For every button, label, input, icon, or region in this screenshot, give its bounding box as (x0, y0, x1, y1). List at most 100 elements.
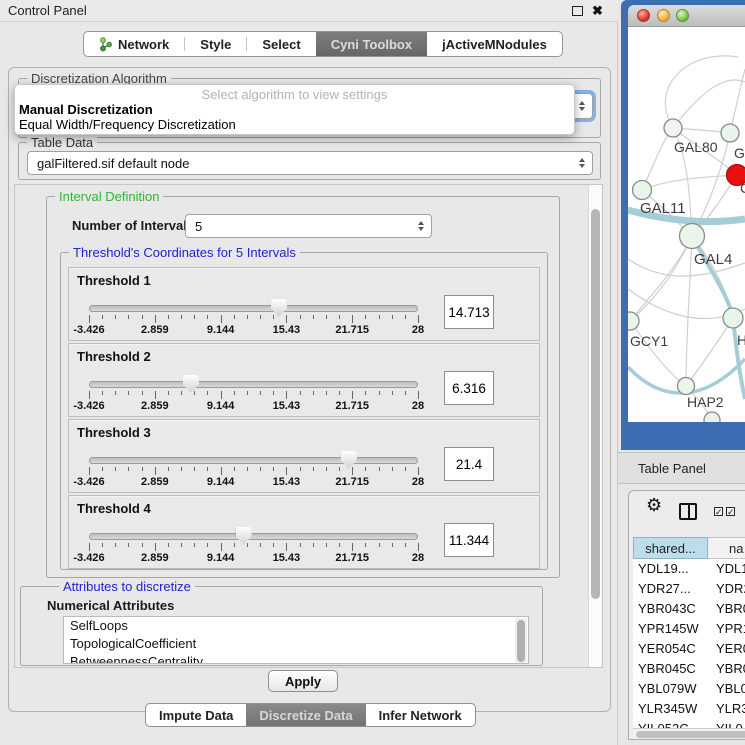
tab-select[interactable]: Select (247, 32, 315, 56)
tab-network[interactable]: Network (84, 32, 184, 56)
threshold-block: Threshold 1-3.4262.8599.14415.4321.71528… (68, 267, 540, 341)
tab-cyni-toolbox[interactable]: Cyni Toolbox (316, 32, 427, 56)
apply-button[interactable]: Apply (268, 670, 338, 692)
network-node[interactable] (704, 412, 720, 422)
major-tick (418, 391, 419, 399)
slider-track[interactable] (89, 381, 418, 388)
number-of-intervals-combobox[interactable]: 5 (185, 214, 432, 238)
network-node[interactable] (678, 378, 695, 395)
table-cell-name: YBR0 (716, 659, 745, 679)
table-row[interactable]: YLR345WYLR3 (633, 699, 745, 719)
tick-label: 9.144 (207, 552, 235, 564)
tick-label: 15.43 (273, 324, 301, 336)
table-row[interactable]: YBR043CYBR0 (633, 599, 745, 619)
network-window-titlebar[interactable] (628, 5, 745, 27)
float-window-icon[interactable] (572, 6, 583, 16)
minor-tick (392, 543, 393, 547)
tick-label: 2.859 (141, 476, 169, 488)
top-tab-bar: Network Style Select Cyni Toolbox jActiv… (83, 31, 563, 57)
dropdown-option-manual[interactable]: Manual Discretization (15, 102, 574, 117)
table-cell-shared-name: YDR27... (638, 579, 691, 599)
column-header-shared-name[interactable]: shared... (633, 537, 708, 559)
node-label: GAL4 (694, 251, 732, 268)
threshold-block: Threshold 2-3.4262.8599.14415.4321.71528… (68, 343, 540, 417)
slider-thumb[interactable] (183, 375, 199, 393)
dropdown-option-equal-width[interactable]: Equal Width/Frequency Discretization (15, 117, 574, 132)
slider-thumb[interactable] (341, 451, 357, 469)
threshold-value-field[interactable]: 11.344 (444, 523, 494, 557)
table-row[interactable]: YDR27...YDR2 (633, 579, 745, 599)
network-node[interactable] (723, 308, 743, 328)
table-row[interactable]: YBL079WYBL0 (633, 679, 745, 699)
network-node[interactable] (680, 224, 705, 249)
table-rows: YDL19...YDL1YDR27...YDR2YBR043CYBR0YPR14… (633, 559, 745, 739)
edge-path (665, 56, 738, 128)
network-node[interactable] (633, 181, 652, 200)
tick-label: 15.43 (273, 552, 301, 564)
minimize-traffic-light-icon[interactable] (657, 9, 670, 22)
attribute-list-item[interactable]: SelfLoops (64, 617, 528, 635)
threshold-value-field[interactable]: 14.713 (444, 295, 494, 329)
minor-tick (168, 315, 169, 319)
minor-tick (313, 315, 314, 319)
threshold-value-field[interactable]: 6.316 (444, 371, 494, 405)
list-scrollbar[interactable] (515, 618, 527, 664)
network-graph: GAL80GACGAL11GAL4HGCY1HAP2 (628, 27, 745, 422)
checkbox-icon[interactable]: ✓ (726, 507, 735, 516)
group-title: Table Data (27, 135, 97, 150)
tab-impute-data[interactable]: Impute Data (146, 704, 246, 726)
close-icon[interactable]: ✖ (592, 3, 603, 19)
slider-thumb[interactable] (236, 527, 252, 545)
table-row[interactable]: YBR045C YBR0 (633, 659, 745, 679)
slider-track[interactable] (89, 533, 418, 540)
scrollbar-thumb[interactable] (636, 731, 745, 738)
minor-tick (365, 315, 366, 319)
tick-label: 21.715 (335, 476, 369, 488)
algorithm-dropdown-popup: Select algorithm to view settings Manual… (14, 84, 575, 135)
slider-track[interactable] (89, 457, 418, 464)
table-cell-name: YPR1 (716, 619, 745, 639)
minor-tick (102, 315, 103, 319)
split-columns-icon[interactable] (679, 503, 697, 520)
table-data-combobox[interactable]: galFiltered.sif default node (27, 151, 593, 175)
tab-infer-network[interactable]: Infer Network (366, 704, 475, 726)
table-row[interactable]: YDL19...YDL1 (633, 559, 745, 579)
tick-label: 21.715 (335, 552, 369, 564)
major-tick (89, 467, 90, 475)
tab-style[interactable]: Style (185, 32, 246, 56)
threshold-label: Threshold 3 (77, 425, 151, 440)
zoom-traffic-light-icon[interactable] (676, 9, 689, 22)
minor-tick (365, 467, 366, 471)
numerical-attributes-list[interactable]: SelfLoopsTopologicalCoefficientBetweenne… (63, 616, 529, 664)
column-header-name[interactable]: na (708, 537, 745, 559)
threshold-value-field[interactable]: 21.4 (444, 447, 494, 481)
minor-tick (379, 391, 380, 395)
vertical-scrollbar[interactable] (588, 185, 602, 667)
slider-track[interactable] (89, 305, 418, 312)
table-row[interactable]: YER054CYER0 (633, 639, 745, 659)
tab-discretize-data[interactable]: Discretize Data (246, 704, 365, 726)
table-cell-shared-name: YBR045C (638, 659, 696, 679)
minor-tick (405, 391, 406, 395)
gear-icon[interactable]: ⚙ (646, 495, 662, 516)
combo-arrows-icon (418, 221, 424, 231)
network-node[interactable] (721, 124, 739, 142)
minor-tick (207, 391, 208, 395)
attribute-list-item[interactable]: TopologicalCoefficient (64, 635, 528, 653)
checkbox-icon[interactable]: ✓ (714, 507, 723, 516)
major-tick (221, 543, 222, 551)
scrollbar-thumb[interactable] (591, 209, 600, 599)
table-panel-header: Table Panel (618, 452, 745, 484)
node-label: C (740, 180, 745, 196)
tick-label: 21.715 (335, 400, 369, 412)
attribute-list-item[interactable]: BetweennessCentrality (64, 653, 528, 664)
horizontal-scrollbar[interactable] (633, 728, 745, 739)
close-traffic-light-icon[interactable] (637, 9, 650, 22)
network-node[interactable] (664, 119, 682, 137)
scrollbar-thumb[interactable] (517, 620, 525, 662)
network-canvas[interactable]: GAL80GACGAL11GAL4HGCY1HAP2 (628, 27, 745, 422)
table-panel-title: Table Panel (638, 461, 706, 476)
minor-tick (326, 467, 327, 471)
tab-jactivemnodules[interactable]: jActiveMNodules (427, 32, 562, 56)
table-row[interactable]: YPR145WYPR1 (633, 619, 745, 639)
